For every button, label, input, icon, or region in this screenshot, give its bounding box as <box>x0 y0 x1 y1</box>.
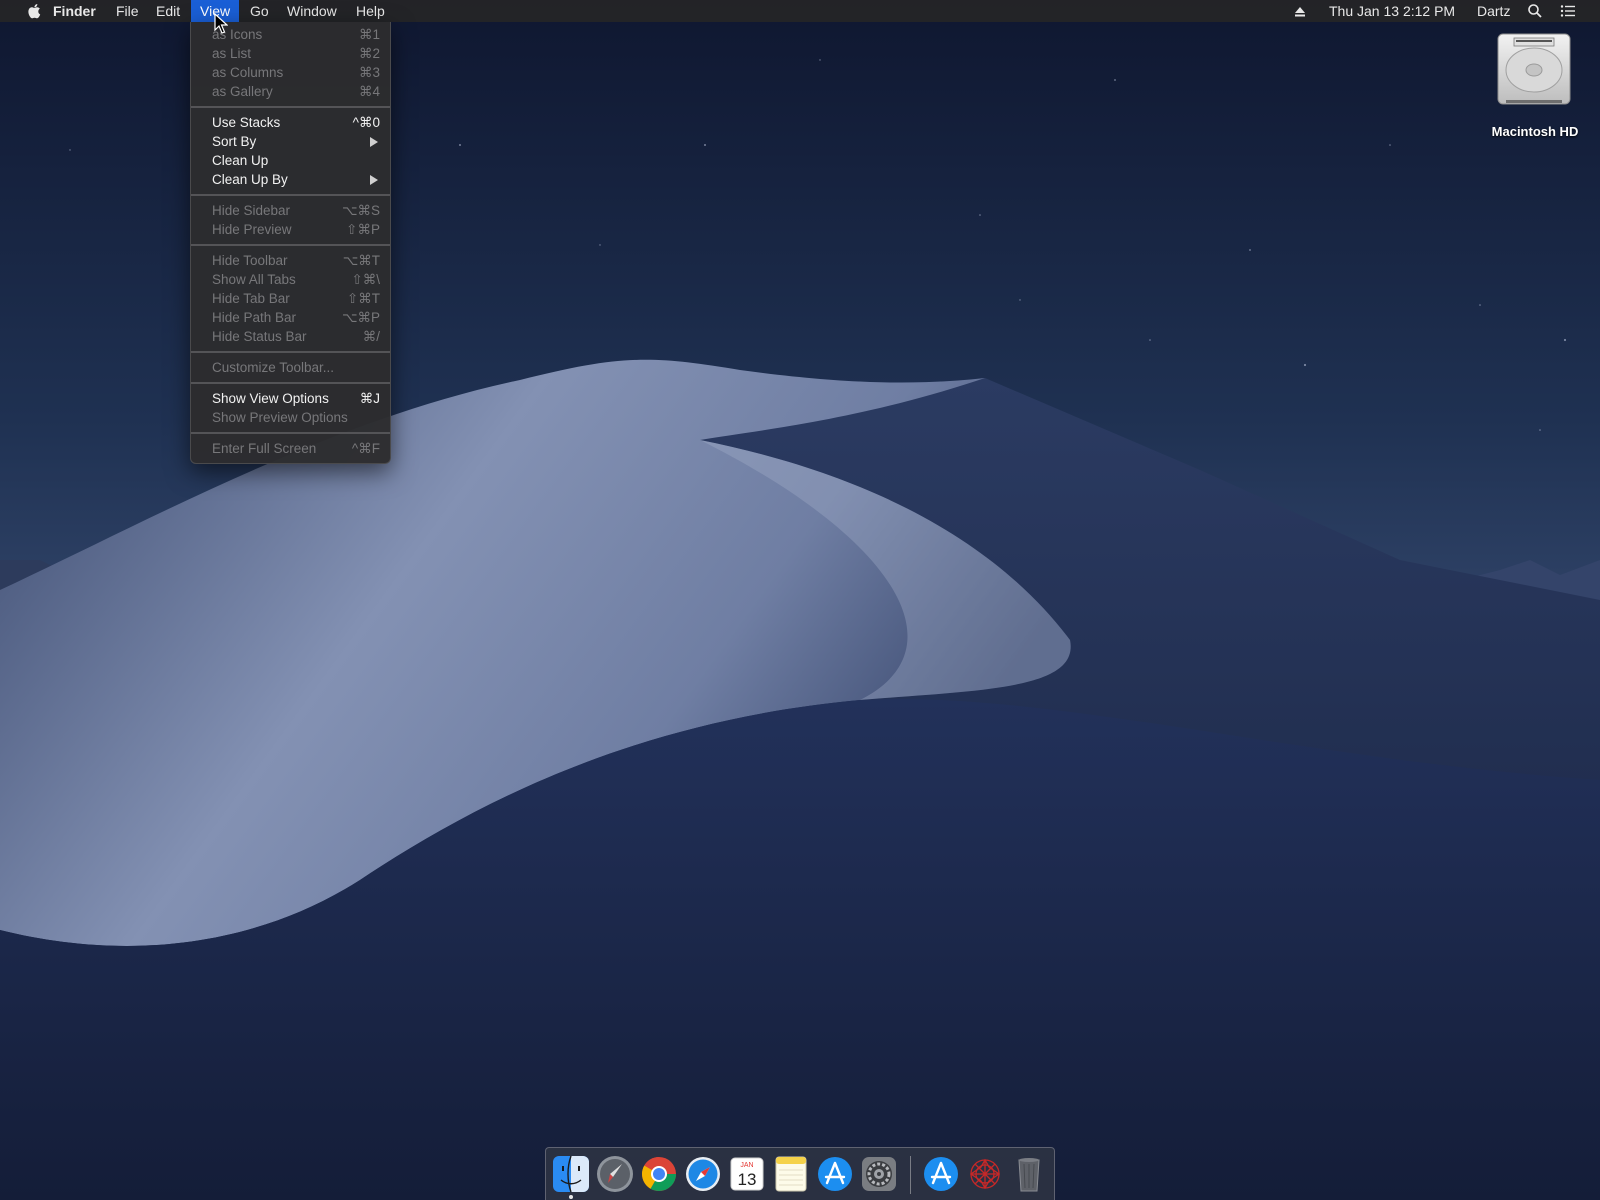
menu-item-label: Clean Up <box>212 153 269 168</box>
menu-item-shortcut: ⇧⌘T <box>346 291 380 306</box>
menu-item-use-stacks[interactable]: Use Stacks ^⌘0 <box>191 113 390 132</box>
running-indicator <box>569 1195 573 1199</box>
mouse-cursor-icon <box>214 13 228 34</box>
launchpad-icon[interactable] <box>596 1155 634 1193</box>
finder-icon[interactable] <box>552 1155 590 1193</box>
menu-window[interactable]: Window <box>278 0 346 22</box>
menu-item-label: Show Preview Options <box>212 410 348 425</box>
menubar-user[interactable]: Dartz <box>1468 0 1519 22</box>
notes-icon[interactable] <box>772 1155 810 1193</box>
menu-item-shortcut: ⌘3 <box>358 65 380 80</box>
menu-item-hide-toolbar[interactable]: Hide Toolbar ⌥⌘T <box>191 251 390 270</box>
menu-item-label: Sort By <box>212 134 257 149</box>
menu-item-as-columns[interactable]: as Columns ⌘3 <box>191 63 390 82</box>
menu-separator <box>191 106 390 108</box>
menu-item-shortcut: ⌥⌘T <box>342 253 380 268</box>
menu-item-label: Hide Preview <box>212 222 292 237</box>
menu-item-shortcut: ⌥⌘P <box>341 310 380 325</box>
dock-separator <box>910 1156 911 1194</box>
menubar-clock[interactable]: Thu Jan 13 2:12 PM <box>1320 0 1464 22</box>
menu-item-shortcut: ⌘/ <box>362 329 380 344</box>
menu-item-shortcut: ⇧⌘P <box>346 222 380 237</box>
menu-item-label: as Gallery <box>212 84 273 99</box>
app-store-icon[interactable] <box>816 1155 854 1193</box>
view-menu-dropdown: as Icons ⌘1 as List ⌘2 as Columns ⌘3 as … <box>190 22 391 464</box>
menu-item-as-gallery[interactable]: as Gallery ⌘4 <box>191 82 390 101</box>
eject-icon[interactable] <box>1292 3 1308 19</box>
submenu-arrow-icon <box>370 137 378 147</box>
menu-item-shortcut: ^⌘0 <box>352 115 380 130</box>
menu-separator <box>191 382 390 384</box>
menu-item-label: Hide Toolbar <box>212 253 288 268</box>
menu-item-hide-tab-bar[interactable]: Hide Tab Bar ⇧⌘T <box>191 289 390 308</box>
app-store-folder-icon[interactable] <box>922 1155 960 1193</box>
menu-item-hide-path-bar[interactable]: Hide Path Bar ⌥⌘P <box>191 308 390 327</box>
menu-item-shortcut: ⌘1 <box>358 27 380 42</box>
menu-item-sort-by[interactable]: Sort By <box>191 132 390 151</box>
menu-item-clean-up[interactable]: Clean Up <box>191 151 390 170</box>
menu-item-label: Hide Status Bar <box>212 329 307 344</box>
apple-icon <box>28 4 41 19</box>
menu-file[interactable]: File <box>107 0 148 22</box>
menu-item-label: Hide Sidebar <box>212 203 291 218</box>
safari-icon[interactable] <box>684 1155 722 1193</box>
desktop-icon-label[interactable]: Macintosh HD <box>1470 124 1600 139</box>
menu-separator <box>191 432 390 434</box>
red-spiral-app-icon[interactable] <box>966 1155 1004 1193</box>
calendar-day: 13 <box>738 1170 757 1189</box>
menu-item-label: as Columns <box>212 65 284 80</box>
menu-item-show-preview-options[interactable]: Show Preview Options <box>191 408 390 427</box>
menu-item-show-all-tabs[interactable]: Show All Tabs ⇧⌘\ <box>191 270 390 289</box>
menu-item-show-view-options[interactable]: Show View Options ⌘J <box>191 389 390 408</box>
submenu-arrow-icon <box>370 175 378 185</box>
menu-separator <box>191 351 390 353</box>
menu-separator <box>191 194 390 196</box>
menu-item-shortcut: ⌘2 <box>358 46 380 61</box>
menu-item-shortcut: ⇧⌘\ <box>351 272 380 287</box>
menu-item-shortcut: ⌘4 <box>358 84 380 99</box>
menu-item-label: Use Stacks <box>212 115 281 130</box>
notification-center-icon[interactable] <box>1560 3 1576 19</box>
menu-item-as-list[interactable]: as List ⌘2 <box>191 44 390 63</box>
menu-item-shortcut: ⌥⌘S <box>341 203 380 218</box>
calendar-icon[interactable]: JAN 13 <box>728 1155 766 1193</box>
menu-help[interactable]: Help <box>347 0 394 22</box>
menu-item-label: Show All Tabs <box>212 272 296 287</box>
menu-item-label: Show View Options <box>212 391 329 406</box>
menu-go[interactable]: Go <box>241 0 278 22</box>
spotlight-search-icon[interactable] <box>1527 3 1543 19</box>
menu-item-shortcut: ⌘J <box>359 391 380 406</box>
menu-item-hide-preview[interactable]: Hide Preview ⇧⌘P <box>191 220 390 239</box>
menu-item-hide-sidebar[interactable]: Hide Sidebar ⌥⌘S <box>191 201 390 220</box>
menu-item-label: Hide Path Bar <box>212 310 297 325</box>
menu-item-label: Customize Toolbar... <box>212 360 335 375</box>
trash-icon[interactable] <box>1010 1155 1048 1193</box>
calendar-month: JAN <box>740 1162 753 1169</box>
hard-drive-icon[interactable] <box>1488 30 1580 112</box>
menu-item-label: Enter Full Screen <box>212 441 317 456</box>
menu-item-label: Hide Tab Bar <box>212 291 290 306</box>
menu-item-enter-full-screen[interactable]: Enter Full Screen ^⌘F <box>191 439 390 458</box>
menu-item-label: Clean Up By <box>212 172 288 187</box>
chrome-icon[interactable] <box>640 1155 678 1193</box>
menu-edit[interactable]: Edit <box>147 0 189 22</box>
menu-bar: Finder File Edit View Go Window Help Thu… <box>0 0 1600 22</box>
menu-item-customize-toolbar[interactable]: Customize Toolbar... <box>191 358 390 377</box>
app-menu-finder[interactable]: Finder <box>44 0 105 22</box>
menu-separator <box>191 244 390 246</box>
menu-item-clean-up-by[interactable]: Clean Up By <box>191 170 390 189</box>
menu-item-shortcut: ^⌘F <box>351 441 380 456</box>
menu-item-hide-status-bar[interactable]: Hide Status Bar ⌘/ <box>191 327 390 346</box>
system-preferences-icon[interactable] <box>860 1155 898 1193</box>
dock: JAN 13 <box>545 1147 1055 1200</box>
menu-item-label: as List <box>212 46 252 61</box>
